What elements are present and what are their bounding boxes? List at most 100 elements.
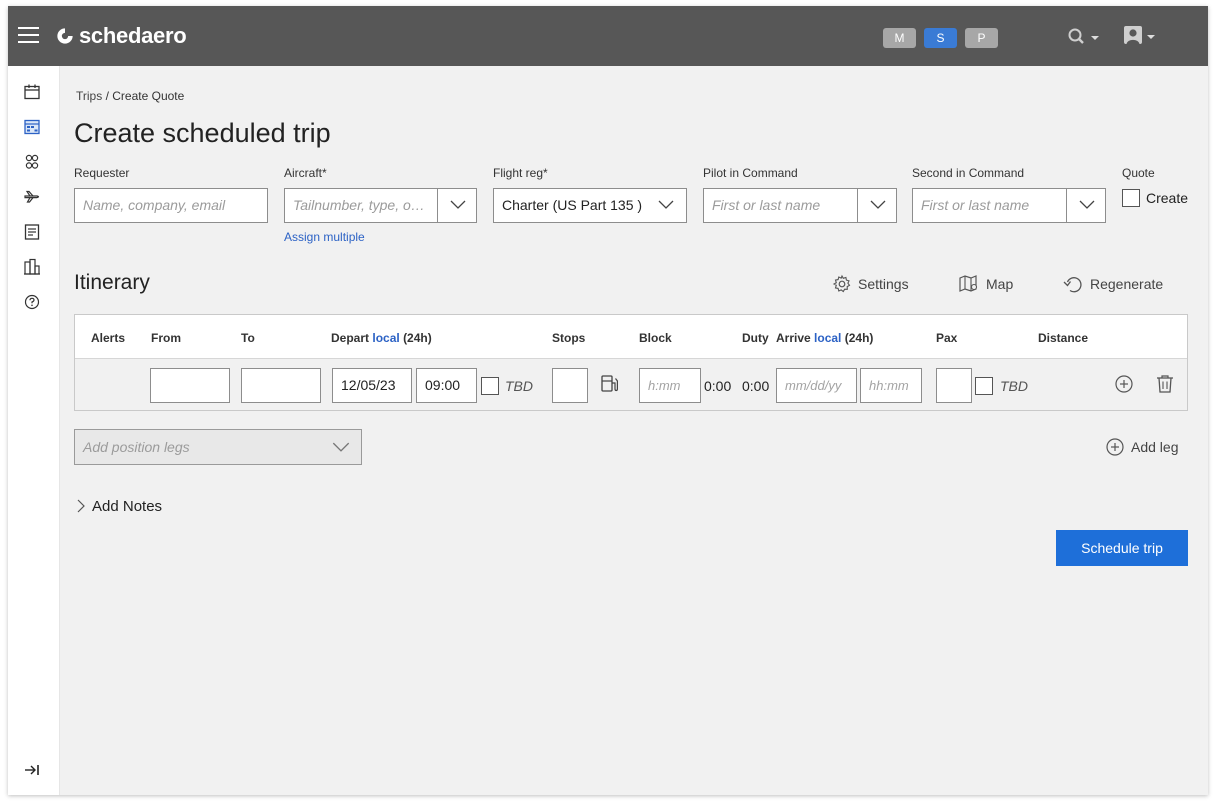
aircraft-label: Aircraft*	[284, 166, 327, 180]
chevron-down-icon	[870, 200, 886, 209]
requester-input[interactable]: Name, company, email	[74, 188, 268, 223]
col-duty: Duty	[742, 331, 769, 345]
pic-label: Pilot in Command	[703, 166, 798, 180]
pax-tbd-label: TBD	[1000, 378, 1028, 394]
breadcrumb: Trips / Create Quote	[76, 89, 184, 103]
duty-value: 0:00	[742, 378, 770, 394]
aircraft-icon[interactable]	[22, 187, 42, 207]
leg-from-input[interactable]	[150, 368, 230, 403]
col-arrive: Arrive local (24h)	[776, 331, 873, 345]
undo-icon	[1063, 277, 1082, 293]
chevron-down-icon	[332, 442, 350, 452]
add-circle-icon[interactable]	[1113, 373, 1135, 395]
app-logo[interactable]: schedaero	[56, 23, 187, 49]
col-depart-local-link[interactable]: local	[372, 331, 399, 345]
depart-tbd-checkbox[interactable]	[481, 377, 499, 395]
col-to: To	[241, 331, 255, 345]
search-icon	[1068, 28, 1084, 44]
sic-input[interactable]: First or last name	[912, 188, 1068, 223]
top-bar: schedaero M S P	[8, 6, 1208, 66]
breadcrumb-current: Create Quote	[112, 89, 185, 103]
regenerate-label: Regenerate	[1090, 276, 1164, 292]
add-leg-button[interactable]: Add leg	[1105, 436, 1178, 458]
trash-icon[interactable]	[1154, 373, 1176, 395]
settings-label: Settings	[858, 276, 909, 292]
env-pill-m[interactable]: M	[883, 28, 916, 48]
gear-icon	[832, 274, 851, 293]
leg-to-input[interactable]	[241, 368, 321, 403]
pax-input[interactable]	[936, 368, 972, 403]
search-menu[interactable]	[1066, 26, 1102, 48]
block-value: 0:00	[704, 378, 732, 394]
add-notes-toggle[interactable]: Add Notes	[76, 496, 162, 516]
schedule-trip-button[interactable]: Schedule trip	[1056, 530, 1188, 566]
block-time-input[interactable]: h:mm	[639, 368, 701, 403]
aircraft-input[interactable]: Tailnumber, type, o…	[284, 188, 439, 223]
sic-dropdown-button[interactable]	[1066, 188, 1106, 223]
chevron-down-icon	[658, 200, 674, 209]
map-button[interactable]: Map	[958, 272, 1013, 296]
env-pill-p[interactable]: P	[965, 28, 998, 48]
chevron-down-icon	[450, 200, 466, 209]
position-legs-dropdown[interactable]: Add position legs	[74, 429, 362, 465]
settings-button[interactable]: Settings	[832, 272, 909, 296]
user-icon	[1124, 26, 1142, 44]
depart-date-input[interactable]: 12/05/23	[332, 368, 412, 403]
col-stops: Stops	[552, 331, 586, 345]
col-arrive-suffix: (24h)	[844, 331, 874, 345]
depart-time-input[interactable]: 09:00	[416, 368, 477, 403]
aircraft-dropdown-button[interactable]	[437, 188, 477, 223]
requester-label: Requester	[74, 166, 130, 180]
sic-label: Second in Command	[912, 166, 1025, 180]
col-arrive-local-link[interactable]: local	[814, 331, 841, 345]
pax-tbd-checkbox[interactable]	[975, 377, 993, 395]
regenerate-button[interactable]: Regenerate	[1062, 272, 1163, 296]
app-name: schedaero	[79, 23, 187, 48]
col-from: From	[151, 331, 181, 345]
itinerary-table: Alerts From To Depart local (24h) Stops …	[74, 314, 1188, 411]
add-notes-label: Add Notes	[92, 497, 163, 515]
pic-dropdown-button[interactable]	[857, 188, 897, 223]
quote-label: Quote	[1122, 166, 1155, 180]
add-leg-label: Add leg	[1131, 439, 1179, 455]
user-menu[interactable]	[1122, 24, 1158, 48]
stops-input[interactable]	[552, 368, 588, 403]
calendar-icon[interactable]	[22, 82, 42, 102]
depart-tbd-label: TBD	[505, 378, 533, 394]
chevron-down-icon	[1147, 35, 1155, 39]
flight-reg-label: Flight reg*	[493, 166, 548, 180]
breadcrumb-trips-link[interactable]: Trips	[76, 89, 102, 103]
col-depart-label: Depart	[331, 331, 370, 345]
col-arrive-label: Arrive	[776, 331, 811, 345]
col-pax: Pax	[936, 331, 958, 345]
assign-multiple-link[interactable]: Assign multiple	[284, 230, 365, 244]
breadcrumb-separator: /	[105, 89, 109, 103]
quote-create-checkbox[interactable]	[1122, 189, 1140, 207]
reports-icon[interactable]	[22, 222, 42, 242]
map-icon	[959, 275, 978, 292]
col-alerts: Alerts	[91, 331, 126, 345]
sidebar	[8, 66, 60, 795]
position-legs-placeholder: Add position legs	[83, 439, 190, 455]
arrive-time-input[interactable]: hh:mm	[860, 368, 922, 403]
env-pill-s[interactable]: S	[924, 28, 957, 48]
crew-icon[interactable]	[22, 152, 42, 172]
collapse-icon[interactable]	[22, 760, 42, 780]
itinerary-title: Itinerary	[74, 271, 150, 294]
chevron-down-icon	[1079, 200, 1095, 209]
schedule-board-icon[interactable]	[22, 117, 42, 137]
menu-icon[interactable]	[18, 27, 39, 43]
main-content: Trips / Create Quote Create scheduled tr…	[60, 66, 1208, 795]
fuel-pump-icon[interactable]	[599, 373, 621, 395]
col-depart: Depart local (24h)	[331, 331, 432, 345]
col-depart-suffix: (24h)	[403, 331, 432, 345]
buildings-icon[interactable]	[22, 257, 42, 277]
add-circle-icon	[1106, 438, 1124, 456]
arrive-date-input[interactable]: mm/dd/yy	[776, 368, 857, 403]
itinerary-header-row: Alerts From To Depart local (24h) Stops …	[75, 315, 1187, 359]
pic-input[interactable]: First or last name	[703, 188, 859, 223]
quote-create-label: Create	[1146, 190, 1189, 206]
help-icon[interactable]	[22, 292, 42, 312]
logo-mark-icon	[57, 28, 73, 44]
map-label: Map	[986, 276, 1014, 292]
